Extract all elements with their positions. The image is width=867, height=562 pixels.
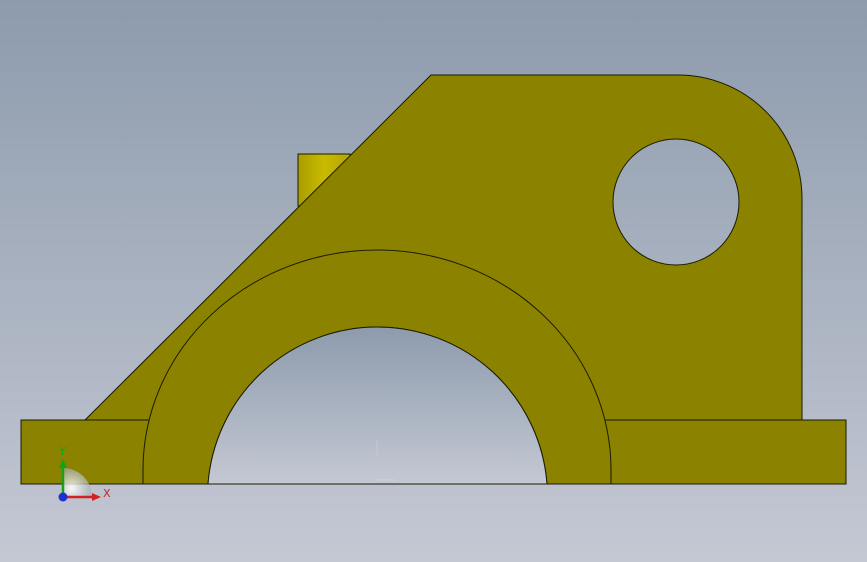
model-view-canvas[interactable]: X Y [0, 0, 867, 562]
z-axis-dot-icon [58, 492, 68, 502]
y-axis-label: Y [58, 445, 66, 458]
x-axis-label: X [103, 487, 111, 500]
graphics-viewport[interactable]: X Y [0, 0, 867, 562]
